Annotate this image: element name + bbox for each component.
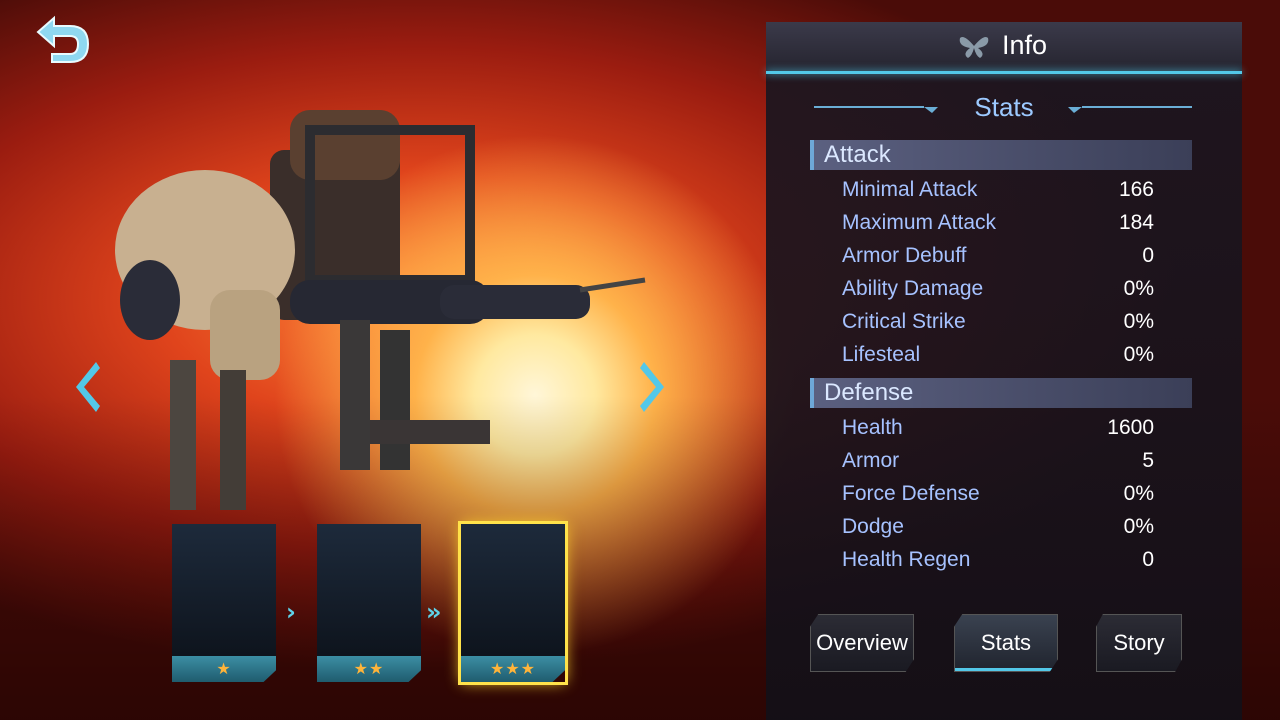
stat-label: Minimal Attack: [842, 178, 978, 201]
butterfly-icon: [959, 37, 989, 58]
tab-story[interactable]: Story: [1096, 614, 1182, 672]
stat-value: 0: [1142, 548, 1154, 571]
stat-row: Health Regen 0: [842, 545, 1154, 575]
stat-label: Critical Strike: [842, 310, 966, 333]
stat-label: Dodge: [842, 515, 904, 538]
stat-row: Minimal Attack 166: [842, 175, 1154, 205]
stat-row: Force Defense 0%: [842, 479, 1154, 509]
stat-row: Maximum Attack 184: [842, 208, 1154, 238]
section-attack: Attack: [810, 140, 1192, 170]
double-chevron-right-icon: »: [426, 598, 442, 626]
stat-value: 0%: [1123, 310, 1154, 333]
info-panel: Info Stats Attack Minimal Attack 166 Maxi…: [766, 22, 1242, 720]
stat-value: 0%: [1123, 343, 1154, 366]
stat-value: 184: [1118, 211, 1154, 234]
evolution-card-2[interactable]: ★★: [317, 524, 421, 682]
stat-label: Armor: [842, 449, 900, 472]
panel-title: Info: [1002, 30, 1048, 60]
divider-right: [1068, 106, 1192, 113]
stat-label: Ability Damage: [842, 277, 984, 300]
card-art: [317, 524, 421, 656]
chevron-right-icon: ›: [286, 598, 296, 626]
stat-value: 1600: [1107, 416, 1154, 439]
card-stars: ★★★: [461, 656, 565, 682]
stat-row: Critical Strike 0%: [842, 307, 1154, 337]
stat-label: Armor Debuff: [842, 244, 967, 267]
stat-row: Ability Damage 0%: [842, 274, 1154, 304]
stat-value: 0%: [1123, 515, 1154, 538]
tab-stats[interactable]: Stats: [954, 614, 1058, 672]
stat-row: Armor 5: [842, 446, 1154, 476]
stat-row: Lifesteal 0%: [842, 340, 1154, 370]
tab-overview[interactable]: Overview: [810, 614, 914, 672]
stat-row: Health 1600: [842, 413, 1154, 443]
chevron-left-icon[interactable]: [70, 360, 104, 414]
evolution-cards: ★ › ★★ » ★★★: [170, 520, 590, 690]
card-stars: ★: [172, 656, 276, 682]
stat-label: Maximum Attack: [842, 211, 997, 234]
section-defense: Defense: [810, 378, 1192, 408]
stat-value: 166: [1118, 178, 1154, 201]
stat-label: Lifesteal: [842, 343, 921, 366]
stat-value: 5: [1142, 449, 1154, 472]
evolution-card-3[interactable]: ★★★: [458, 521, 568, 685]
stat-value: 0%: [1123, 482, 1154, 505]
card-art: [461, 524, 565, 656]
stat-row: Dodge 0%: [842, 512, 1154, 542]
mech-character: [115, 110, 646, 510]
header-underline: [766, 71, 1242, 74]
stat-label: Health Regen: [842, 548, 971, 571]
stat-label: Force Defense: [842, 482, 980, 505]
back-arrow-icon[interactable]: [30, 14, 94, 70]
stat-value: 0: [1142, 244, 1154, 267]
card-stars: ★★: [317, 656, 421, 682]
evolution-card-1[interactable]: ★: [172, 524, 276, 682]
chevron-right-icon[interactable]: [636, 360, 670, 414]
stat-row: Armor Debuff 0: [842, 241, 1154, 271]
card-art: [172, 524, 276, 656]
stat-label: Health: [842, 416, 903, 439]
stat-value: 0%: [1123, 277, 1154, 300]
panel-header: Info: [766, 22, 1242, 74]
